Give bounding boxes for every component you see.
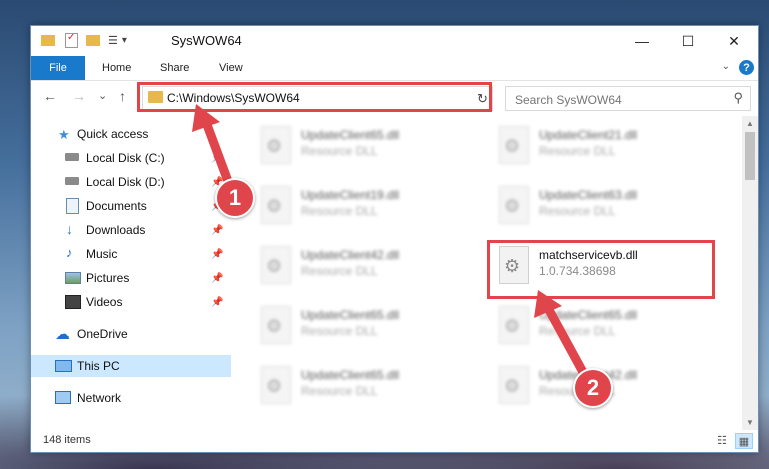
arrow-2 xyxy=(534,290,589,379)
step-1-badge: 1 xyxy=(215,178,255,218)
annotation-arrows xyxy=(192,104,589,379)
step-2-badge: 2 xyxy=(573,368,613,408)
